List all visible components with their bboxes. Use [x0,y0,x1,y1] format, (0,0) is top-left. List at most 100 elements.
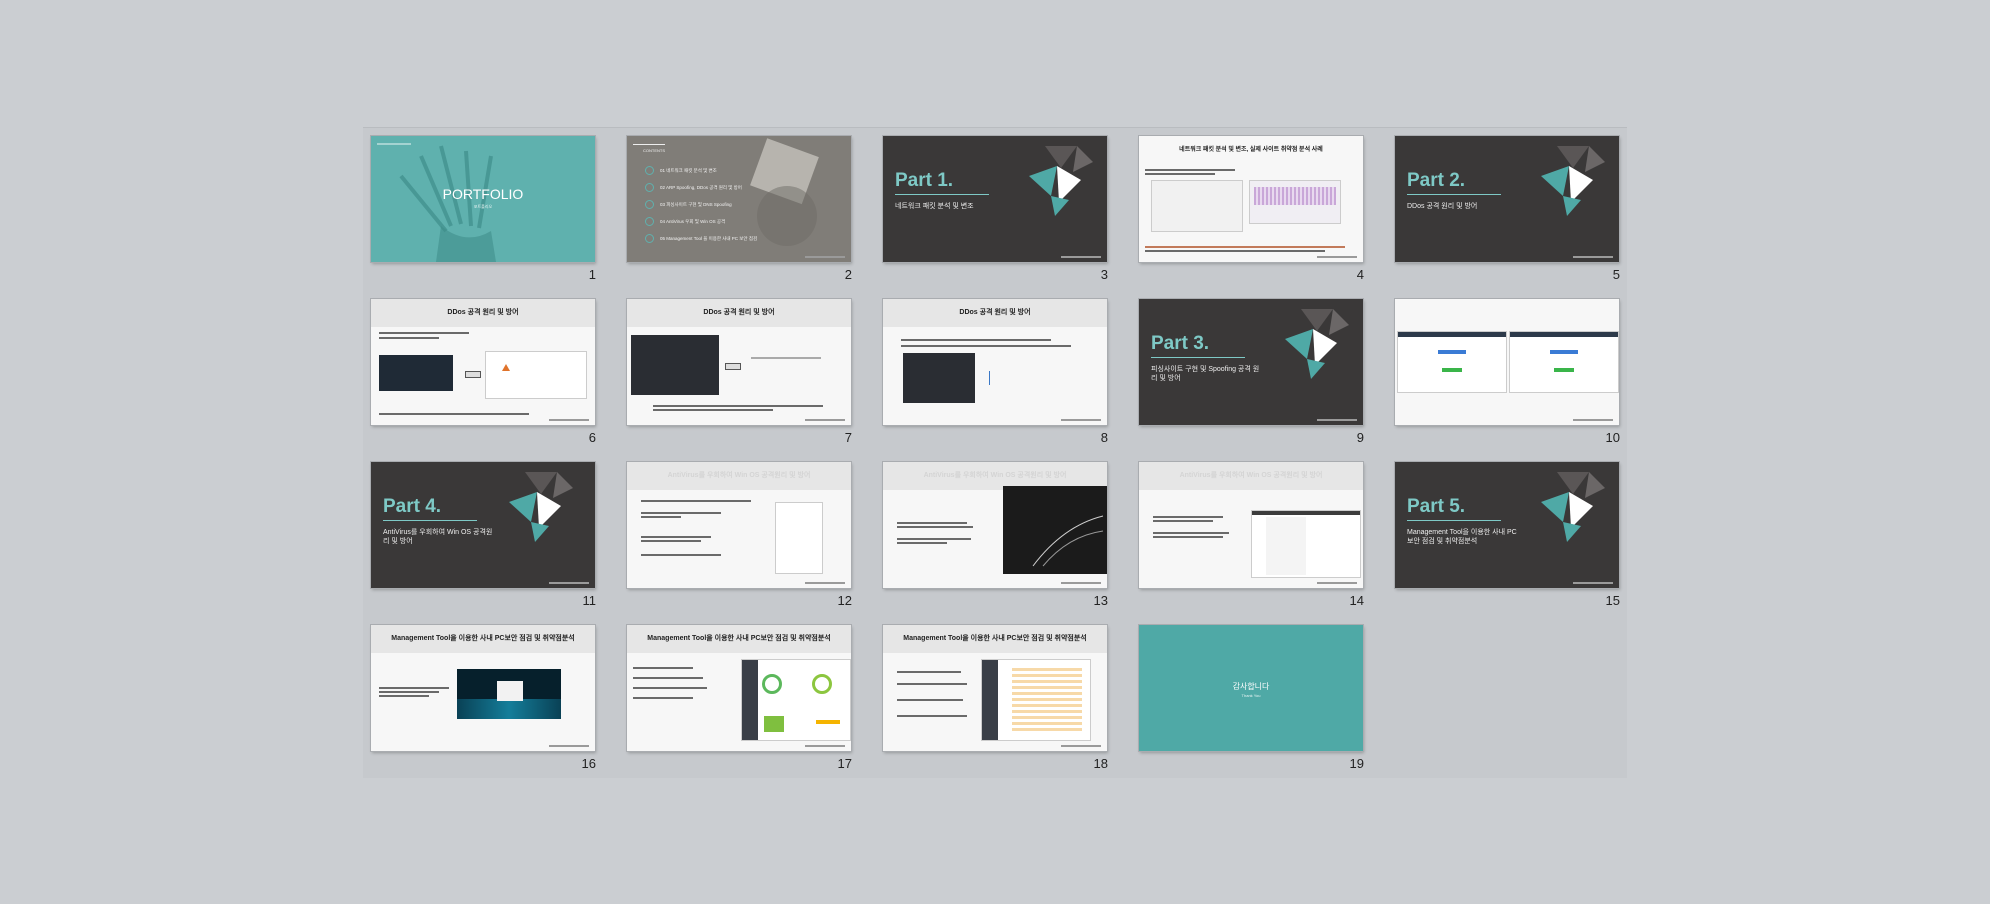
screenshot-image [903,353,975,403]
slide-header: DDos 공격 원리 및 방어 [627,299,851,327]
slide-9[interactable]: Part 3. 피싱사이트 구현 및 Spoofing 공격 원리 및 방어 [1139,299,1363,425]
slide-thumbnail-14[interactable]: AntiVirus를 우회하여 Win OS 공격원리 및 방어 14 [1131,454,1366,614]
screenshot-image [457,669,561,719]
slide-10[interactable] [1395,299,1619,425]
slide-13[interactable]: AntiVirus를 우회하여 Win OS 공격원리 및 방어 [883,462,1107,588]
slide-header: AntiVirus를 우회하여 Win OS 공격원리 및 방어 [1139,462,1363,490]
slide-thumbnail-1[interactable]: PORTFOLIO 포트폴리오 1 [363,128,598,288]
slide-12[interactable]: AntiVirus를 우회하여 Win OS 공격원리 및 방어 [627,462,851,588]
slide-number: 15 [1605,593,1620,608]
triangle-logo-icon [509,472,573,542]
screenshot-image [1003,486,1107,574]
slide-11[interactable]: Part 4. AntiVirus를 우회하여 Win OS 공격원리 및 방어 [371,462,595,588]
slide-16[interactable]: Management Tool을 이용한 사내 PC보안 점검 및 취약점분석 [371,625,595,751]
slide-4[interactable]: 네트워크 패킷 분석 및 변조, 실제 사이트 취약점 분석 사례 [1139,136,1363,262]
text-line [633,667,693,669]
slide-footer [549,582,589,584]
slide-7[interactable]: DDos 공격 원리 및 방어 [627,299,851,425]
slide-header: Management Tool을 이용한 사내 PC보안 점검 및 취약점분석 [371,625,595,653]
slide-19[interactable]: 감사합니다 Thank You [1139,625,1363,751]
slide-number: 7 [844,430,852,445]
screenshot-image [379,355,453,391]
text-line [379,337,439,339]
text-line [379,413,529,415]
slide-3[interactable]: Part 1. 네트워크 패킷 분석 및 변조 [883,136,1107,262]
slide-1[interactable]: PORTFOLIO 포트폴리오 [371,136,595,262]
slide-thumbnail-12[interactable]: AntiVirus를 우회하여 Win OS 공격원리 및 방어 12 [619,454,854,614]
screenshot-image [485,351,587,399]
text-line [641,500,751,502]
slide-thumbnail-19[interactable]: 감사합니다 Thank You 19 [1131,617,1366,777]
slide-thumbnail-3[interactable]: Part 1. 네트워크 패킷 분석 및 변조 3 [875,128,1110,288]
contents-item: 05 Management Tool 을 이용한 사내 PC 보안 점검 [645,230,835,247]
slide-footer [805,745,845,747]
slide-footer [805,256,845,258]
contents-item: 02 ARP Spoofing, DDos 공격 원리 및 방어 [645,179,835,196]
text-line [641,536,711,538]
slide-header: Management Tool을 이용한 사내 PC보안 점검 및 취약점분석 [627,625,851,653]
text-line [1153,532,1229,534]
text-line [633,687,707,689]
slide-number: 11 [582,593,597,608]
part-subtitle: 피싱사이트 구현 및 Spoofing 공격 원리 및 방어 [1151,366,1260,382]
text-line [641,516,681,518]
slide-thumbnail-18[interactable]: Management Tool을 이용한 사내 PC보안 점검 및 취약점분석 … [875,617,1110,777]
slide-number: 13 [1093,593,1108,608]
screenshot-image [1249,180,1341,224]
slide-thumbnail-6[interactable]: DDos 공격 원리 및 방어 6 [363,291,598,451]
slide-5[interactable]: Part 2. DDos 공격 원리 및 방어 [1395,136,1619,262]
slide-thumbnail-7[interactable]: DDos 공격 원리 및 방어 7 [619,291,854,451]
part-title: Part 2. [1407,170,1466,191]
part-subtitle: 네트워크 패킷 분석 및 변조 [895,203,974,210]
text-line [641,554,721,556]
slide-thumbnail-9[interactable]: Part 3. 피싱사이트 구현 및 Spoofing 공격 원리 및 방어 9 [1131,291,1366,451]
text-line [653,405,823,407]
slide-footer [1061,745,1101,747]
text-line [379,687,449,689]
slide-6[interactable]: DDos 공격 원리 및 방어 [371,299,595,425]
slide-2[interactable]: CONTENTS 01 네트워크 패킷 분석 및 변조 02 ARP Spoof… [627,136,851,262]
closing-subtitle: Thank You [1241,693,1261,698]
text-line [379,695,429,697]
text-line [897,542,947,544]
slide-thumbnail-4[interactable]: 네트워크 패킷 분석 및 변조, 실제 사이트 취약점 분석 사례 4 [1131,128,1366,288]
slide-8[interactable]: DDos 공격 원리 및 방어 [883,299,1107,425]
triangle-logo-icon [1541,472,1605,542]
text-line [1145,246,1345,248]
slide-footer [1317,256,1357,258]
slide-15[interactable]: Part 5. Management Tool을 이용한 사내 PC보안 점검 … [1395,462,1619,588]
screenshot-image [1151,180,1243,232]
bullet-circle-icon [645,200,654,209]
slide-thumbnail-15[interactable]: Part 5. Management Tool을 이용한 사내 PC보안 점검 … [1387,454,1622,614]
slide-footer [549,419,589,421]
slide-number: 14 [1349,593,1364,608]
slide-thumbnail-13[interactable]: AntiVirus를 우회하여 Win OS 공격원리 및 방어 13 [875,454,1110,614]
slide-thumbnail-2[interactable]: CONTENTS 01 네트워크 패킷 분석 및 변조 02 ARP Spoof… [619,128,854,288]
slide-14[interactable]: AntiVirus를 우회하여 Win OS 공격원리 및 방어 [1139,462,1363,588]
slide-thumbnail-16[interactable]: Management Tool을 이용한 사내 PC보안 점검 및 취약점분석 … [363,617,598,777]
slide-thumbnail-8[interactable]: DDos 공격 원리 및 방어 8 [875,291,1110,451]
text-line [633,697,693,699]
slide-header: AntiVirus를 우회하여 Win OS 공격원리 및 방어 [627,462,851,490]
arrow-right-icon [465,371,481,378]
text-line [1153,520,1213,522]
slide-header: 네트워크 패킷 분석 및 변조, 실제 사이트 취약점 분석 사례 [1139,136,1363,164]
arrow-right-icon [725,363,741,370]
slide-thumbnail-10[interactable]: 10 [1387,291,1622,451]
slide-title: PORTFOLIO [442,186,524,202]
slide-thumbnail-11[interactable]: Part 4. AntiVirus를 우회하여 Win OS 공격원리 및 방어… [363,454,598,614]
slide-number: 2 [844,267,852,282]
slide-number: 19 [1349,756,1364,771]
divider [383,520,477,521]
slide-thumbnail-5[interactable]: Part 2. DDos 공격 원리 및 방어 5 [1387,128,1622,288]
slide-thumbnail-17[interactable]: Management Tool을 이용한 사내 PC보안 점검 및 취약점분석 … [619,617,854,777]
slide-18[interactable]: Management Tool을 이용한 사내 PC보안 점검 및 취약점분석 [883,625,1107,751]
warning-icon [502,364,510,371]
slide-footer [1061,582,1101,584]
part-title: Part 1. [895,170,954,191]
text-line [751,357,821,359]
divider [1407,520,1501,521]
donut-chart-icon [812,674,832,694]
slide-17[interactable]: Management Tool을 이용한 사내 PC보안 점검 및 취약점분석 [627,625,851,751]
divider [633,144,665,145]
